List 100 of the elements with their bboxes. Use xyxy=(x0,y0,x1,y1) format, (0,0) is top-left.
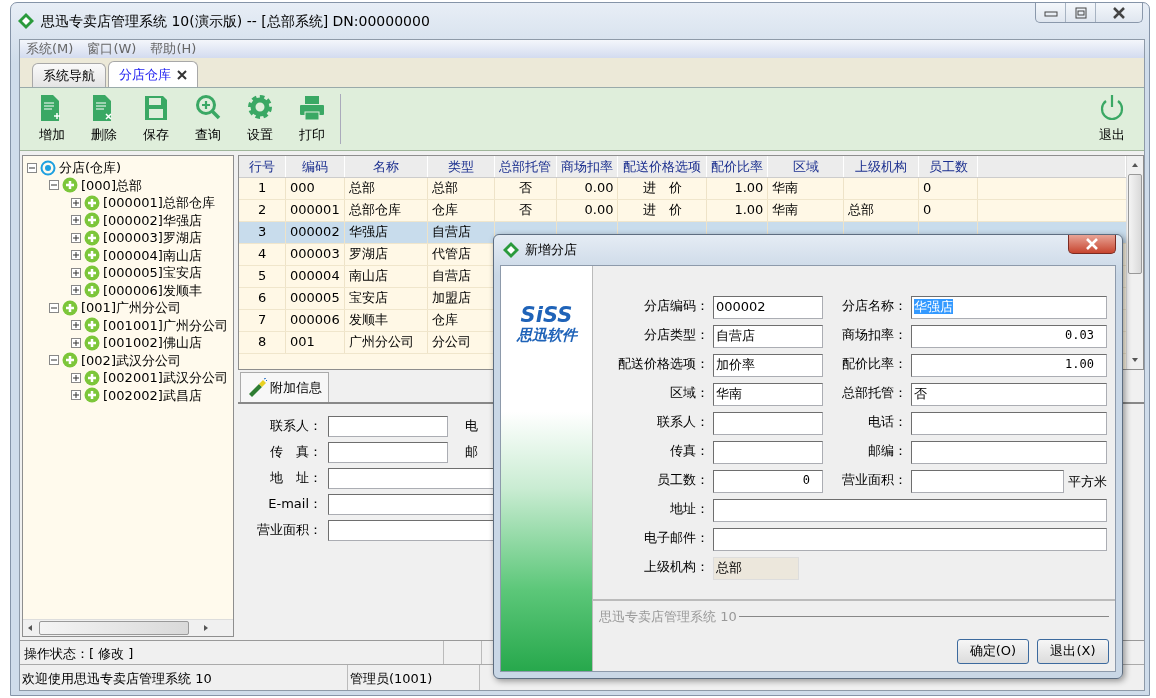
expand-icon[interactable] xyxy=(71,267,81,278)
field-label: 配价比率： xyxy=(841,355,907,373)
input-field[interactable]: 1.00 xyxy=(911,354,1107,377)
input-field[interactable] xyxy=(713,412,823,435)
input-field[interactable] xyxy=(713,499,1107,522)
column-header[interactable]: 编码 xyxy=(285,156,345,177)
column-header[interactable]: 配价比率 xyxy=(706,156,768,177)
target-icon xyxy=(40,159,56,176)
column-header[interactable]: 类型 xyxy=(427,156,495,177)
tree-item[interactable]: [000003]罗湖店 xyxy=(103,228,202,248)
tree-item[interactable]: [001002]佛山店 xyxy=(103,333,202,353)
expand-icon[interactable] xyxy=(71,337,81,348)
input-field[interactable]: 否 xyxy=(911,383,1107,406)
menu-item[interactable]: 系统(M) xyxy=(26,40,74,58)
input-field[interactable]: 0.03 xyxy=(911,325,1107,348)
tree-item[interactable]: 分店(仓库) xyxy=(59,158,122,178)
column-header[interactable]: 行号 xyxy=(239,156,286,177)
save-icon xyxy=(143,93,169,122)
table-cell: 8 xyxy=(239,331,286,353)
tab[interactable]: 分店仓库 xyxy=(108,61,198,87)
input-field[interactable] xyxy=(911,412,1107,435)
expand-icon[interactable] xyxy=(71,197,81,208)
table-row[interactable]: 1 000 总部 总部 否 0.00 进 价 1.00 华南 0 xyxy=(239,177,1126,199)
tree-item[interactable]: [000001]总部仓库 xyxy=(103,193,215,213)
collapse-icon[interactable] xyxy=(49,180,59,191)
column-header[interactable]: 上级机构 xyxy=(843,156,919,177)
dialog-button[interactable]: 退出(X) xyxy=(1037,638,1109,664)
field-label: 分店名称： xyxy=(841,297,907,315)
scrollbar-thumb[interactable] xyxy=(39,621,189,635)
close-icon[interactable] xyxy=(177,69,187,80)
expand-icon[interactable] xyxy=(71,215,81,226)
column-header[interactable]: 名称 xyxy=(344,156,428,177)
status-text: 操作状态：[ 修改 ] xyxy=(20,641,444,664)
toolbar-button[interactable]: 保存 xyxy=(130,93,182,145)
table-cell: 0.00 xyxy=(556,177,618,199)
input-field[interactable]: 自营店 xyxy=(713,325,823,348)
column-header[interactable]: 总部托管 xyxy=(494,156,557,177)
close-button[interactable] xyxy=(1068,235,1116,254)
tree-item[interactable]: [000002]华强店 xyxy=(103,210,202,230)
field-label: 区域： xyxy=(669,384,709,402)
input-field[interactable]: 0 xyxy=(713,470,823,493)
input-field[interactable] xyxy=(713,528,1107,551)
exit-button[interactable]: 退出 xyxy=(1086,93,1138,145)
collapse-icon[interactable] xyxy=(49,355,59,366)
group-title: 思迅专卖店管理系统 10 xyxy=(599,608,737,626)
expand-icon[interactable] xyxy=(71,390,81,401)
column-header[interactable]: 区域 xyxy=(767,156,844,177)
table-row[interactable]: 2 000001 总部仓库 仓库 否 0.00 进 价 1.00 华南 总部 0 xyxy=(239,199,1126,221)
plus-circle-icon xyxy=(62,352,78,369)
tree-item[interactable]: [001001]广州分公司 xyxy=(103,315,228,335)
field-label: 邮 xyxy=(464,443,478,461)
collapse-icon[interactable] xyxy=(49,302,59,313)
toolbar-button[interactable]: 查询 xyxy=(182,93,234,145)
app-logo-icon xyxy=(502,241,520,259)
window-title: 思迅专卖店管理系统 10(演示版) -- [总部系统] DN:00000000 xyxy=(41,11,430,31)
input-field[interactable] xyxy=(328,416,448,437)
expand-icon[interactable] xyxy=(71,320,81,331)
input-field[interactable] xyxy=(911,470,1064,493)
expand-icon[interactable] xyxy=(71,250,81,261)
tree-item[interactable]: [001]广州分公司 xyxy=(81,298,181,318)
tree-item[interactable]: [000006]发顺丰 xyxy=(103,280,202,300)
input-field[interactable]: 华南 xyxy=(713,383,823,406)
tree-item[interactable]: [000]总部 xyxy=(81,175,142,195)
collapse-icon[interactable] xyxy=(27,162,37,173)
input-field[interactable] xyxy=(911,441,1107,464)
table-cell: 发顺丰 xyxy=(344,309,428,331)
tree-item[interactable]: [002]武汉分公司 xyxy=(81,350,181,370)
table-cell: 南山店 xyxy=(344,265,428,287)
dialog-button[interactable]: 确定(O) xyxy=(957,638,1029,664)
column-header[interactable]: 员工数 xyxy=(918,156,978,177)
column-header[interactable]: 商场扣率 xyxy=(556,156,618,177)
input-field[interactable]: 000002 xyxy=(713,296,823,319)
status-text: 管理员(1001) xyxy=(348,665,480,690)
table-cell: 4 xyxy=(239,243,286,265)
table-cell: 宝安店 xyxy=(344,287,428,309)
table-cell: 000001 xyxy=(285,199,345,221)
tree-item[interactable]: [002001]武汉分公司 xyxy=(103,368,228,388)
tree-item[interactable]: [000004]南山店 xyxy=(103,245,202,265)
toolbar-button[interactable]: 增加 xyxy=(26,93,78,145)
input-field[interactable] xyxy=(328,442,448,463)
expand-icon[interactable] xyxy=(71,372,81,383)
plus-circle-icon xyxy=(84,369,100,386)
tab[interactable]: 系统导航 xyxy=(32,63,106,87)
menu-item[interactable]: 窗口(W) xyxy=(87,40,137,58)
table-cell: 否 xyxy=(494,199,557,221)
tab[interactable]: 附加信息 xyxy=(240,372,329,402)
plus-circle-icon xyxy=(84,334,100,351)
toolbar-button[interactable]: 打印 xyxy=(286,93,338,145)
tree-item[interactable]: [002002]武昌店 xyxy=(103,385,202,405)
toolbar-button[interactable]: 删除 xyxy=(78,93,130,145)
field-label: E-mail： xyxy=(267,495,322,513)
expand-icon[interactable] xyxy=(71,285,81,296)
expand-icon[interactable] xyxy=(71,232,81,243)
input-field[interactable] xyxy=(713,441,823,464)
column-header[interactable]: 配送价格选项 xyxy=(617,156,707,177)
menu-item[interactable]: 帮助(H) xyxy=(150,40,197,58)
scrollbar-thumb[interactable] xyxy=(1128,174,1142,274)
tree-item[interactable]: [000005]宝安店 xyxy=(103,263,202,283)
toolbar-button[interactable]: 设置 xyxy=(234,93,286,145)
input-field[interactable]: 加价率 xyxy=(713,354,823,377)
